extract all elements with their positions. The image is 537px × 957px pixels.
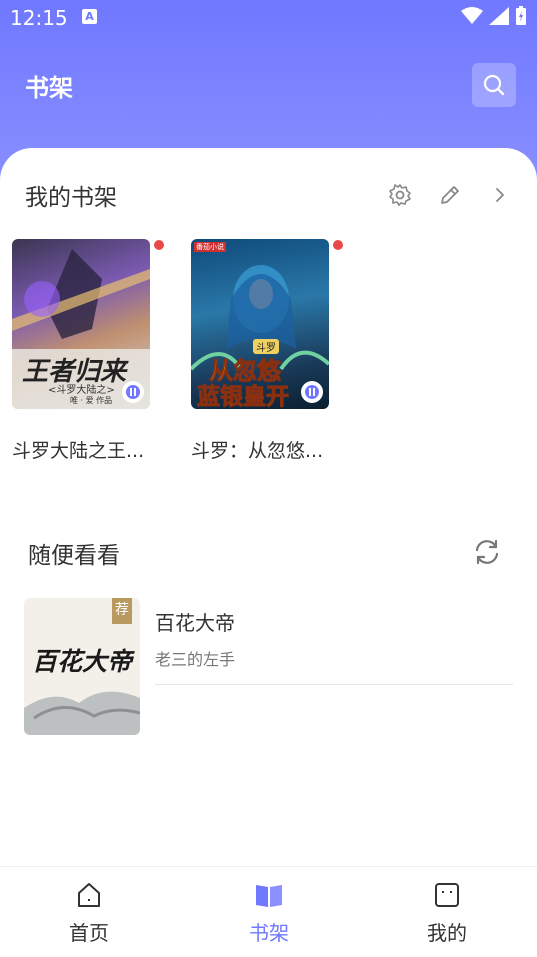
audio-icon: [126, 385, 140, 399]
search-icon: [483, 74, 505, 96]
audio-badge-2: [301, 381, 323, 403]
home-icon: [78, 883, 100, 907]
notification-a-icon: A: [82, 9, 97, 24]
audio-icon: [305, 385, 319, 399]
book-title-1[interactable]: 斗罗大陆之王...: [12, 436, 144, 463]
profile-icon: [435, 883, 459, 907]
nav-bookshelf[interactable]: 书架: [209, 881, 329, 946]
book-title-2[interactable]: 斗罗：从忽悠...: [191, 436, 323, 463]
cover-author-1: 唯 · 爱 作品: [70, 396, 113, 405]
nav-profile[interactable]: 我的: [387, 881, 507, 946]
recommend-book-author: 老三的左手: [155, 650, 236, 669]
nav-home-label: 首页: [69, 921, 109, 945]
update-dot-2: [333, 240, 343, 250]
bottom-navigation: 首页 书架 我的: [0, 866, 537, 957]
status-bar: 12:15 A: [0, 0, 537, 36]
chevron-right-icon: [496, 188, 504, 202]
more-button[interactable]: [488, 181, 512, 209]
cover-brand-2: 番茄小说: [194, 242, 226, 252]
cover-text-2b: 蓝银皇开: [197, 383, 290, 410]
browse-title: 随便看看: [28, 543, 120, 569]
wifi-icon: [461, 7, 483, 24]
search-button[interactable]: [472, 63, 516, 107]
shelf-book-1[interactable]: 王者归来 <斗罗大陆之> 唯 · 爱 作品: [12, 239, 152, 409]
battery-icon: [516, 6, 526, 25]
book-cover-2: 番茄小说 斗罗 从忽悠 蓝银皇开: [191, 239, 329, 409]
nav-bookshelf-label: 书架: [249, 921, 289, 945]
recommend-cover-text: 百花大帝: [32, 647, 133, 676]
book-cover-1: 王者归来 <斗罗大陆之> 唯 · 爱 作品: [12, 239, 150, 409]
audio-badge-1: [122, 381, 144, 403]
recommend-book-cover[interactable]: 荐 百花大帝: [24, 598, 140, 735]
shelf-book-2[interactable]: 番茄小说 斗罗 从忽悠 蓝银皇开: [191, 239, 331, 409]
recommend-tag: 荐: [112, 598, 132, 624]
settings-button[interactable]: [386, 181, 414, 209]
cover-sub-1: <斗罗大陆之>: [48, 385, 115, 396]
pencil-icon: [441, 186, 459, 204]
refresh-icon: [475, 539, 499, 565]
divider: [155, 684, 513, 685]
recommend-book-title[interactable]: 百花大帝: [155, 607, 235, 636]
nav-profile-label: 我的: [427, 921, 467, 945]
book-icon: [256, 885, 282, 907]
update-dot-1: [154, 240, 164, 250]
page-title: 书架: [25, 74, 73, 102]
shelf-title: 我的书架: [25, 185, 117, 211]
edit-button[interactable]: [436, 181, 464, 209]
status-time: 12:15: [10, 6, 68, 30]
signal-icon: [489, 7, 509, 25]
refresh-button[interactable]: [470, 535, 504, 569]
nav-home[interactable]: 首页: [29, 881, 149, 946]
gear-icon: [389, 184, 411, 206]
system-icons: [461, 6, 527, 26]
